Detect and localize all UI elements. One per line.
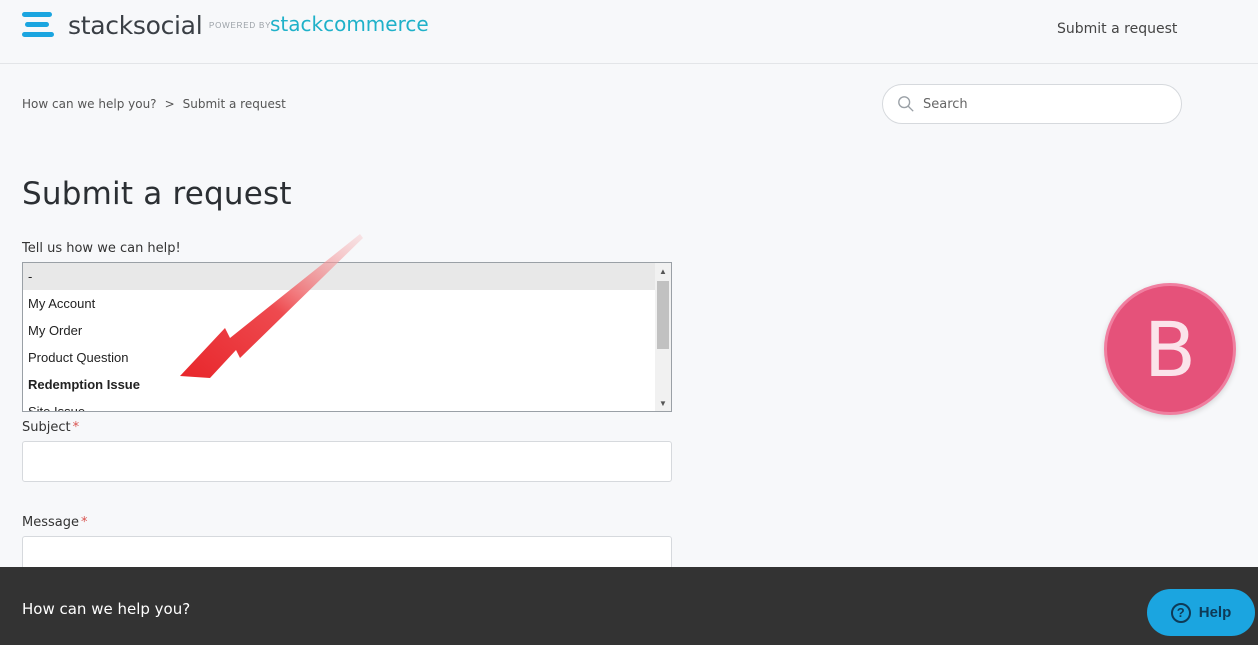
scroll-up-arrow-icon[interactable]: ▲ [655,263,671,279]
search-icon [898,96,914,112]
help-button[interactable]: ? Help [1147,589,1255,636]
required-marker: * [80,515,88,530]
listbox-scrollbar[interactable]: ▲ ▼ [655,263,671,411]
search-input[interactable] [923,96,1163,112]
site-header: stacksocial POWERED BY stackcommerce Sub… [0,0,1258,64]
stacksocial-logo[interactable]: stacksocial [22,10,203,40]
breadcrumb-separator: > [164,97,175,111]
subject-label: Subject * [22,420,80,435]
required-marker: * [72,420,80,435]
avatar[interactable]: B [1104,283,1236,415]
breadcrumb: How can we help you? > Submit a request [22,97,286,111]
page-title: Submit a request [22,176,292,212]
site-footer: How can we help you? ? Help [0,567,1258,645]
scroll-down-arrow-icon[interactable]: ▼ [655,395,671,411]
brand-name: stacksocial [68,10,203,40]
question-circle-icon: ? [1170,602,1191,623]
breadcrumb-home-link[interactable]: How can we help you? [22,97,157,111]
submit-request-link[interactable]: Submit a request [1057,21,1177,37]
powered-by-label: POWERED BY [209,21,272,30]
help-topic-label: Tell us how we can help! [22,241,181,256]
partner-logo: stackcommerce [270,12,429,36]
topic-option-site-issue[interactable]: Site Issue [23,398,656,411]
breadcrumb-current[interactable]: Submit a request [183,97,286,111]
footer-help-text: How can we help you? [22,600,191,618]
stacksocial-logo-icon [22,10,56,40]
scroll-thumb[interactable] [657,281,669,349]
red-arrow-annotation-icon [180,234,363,378]
help-button-label: Help [1198,604,1232,621]
search-box[interactable] [882,84,1182,124]
message-label: Message * [22,515,88,530]
subject-input[interactable] [22,441,672,482]
